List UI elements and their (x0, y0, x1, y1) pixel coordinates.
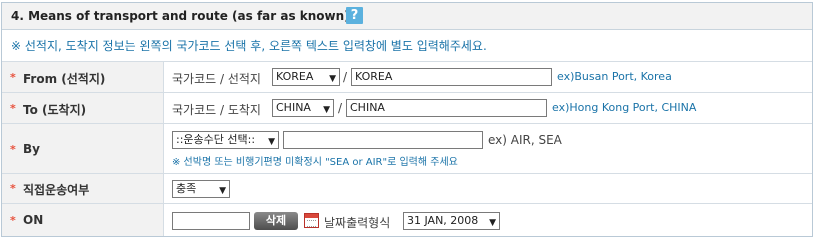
input-notice: ※ 선적지, 도착지 정보는 왼쪽의 국가코드 선택 후, 오른쪽 텍스트 입력… (11, 39, 487, 53)
required-mark: * (10, 214, 16, 227)
on-label-cell: * ON (2, 204, 164, 236)
direct-transport-row: * 직접운송여부 충족 ▼ (2, 173, 812, 203)
date-format-value: 31 JAN, 2008 (407, 214, 479, 227)
transport-input[interactable] (283, 131, 483, 149)
from-code-label: 국가코드 / 선적지 (172, 72, 261, 86)
calendar-icon[interactable] (304, 213, 319, 228)
to-label: To (도착지) (23, 103, 87, 117)
chevron-down-icon: ▼ (268, 137, 275, 147)
chevron-down-icon: ▼ (323, 105, 330, 115)
on-label: ON (23, 213, 44, 227)
required-mark: * (10, 102, 16, 115)
to-place-input[interactable]: CHINA (346, 99, 547, 117)
section-title: 4. Means of transport and route (as far … (11, 9, 350, 23)
section-header: 4. Means of transport and route (as far … (2, 3, 812, 30)
to-example: ex)Hong Kong Port, CHINA (552, 101, 697, 114)
to-country-select[interactable]: CHINA ▼ (272, 99, 334, 117)
from-slash: / (343, 70, 348, 84)
chevron-down-icon: ▼ (219, 186, 226, 196)
required-mark: * (10, 182, 16, 195)
direct-transport-select[interactable]: 충족 ▼ (172, 180, 230, 198)
direct-transport-value: 충족 (176, 182, 197, 195)
to-slash: / (338, 101, 343, 115)
chevron-down-icon: ▼ (489, 218, 496, 228)
to-row: * To (도착지) 국가코드 / 도착지 CHINA ▼ / CHINA ex… (2, 92, 812, 123)
from-country-value: KOREA (276, 70, 314, 83)
transport-select[interactable]: ::운송수단 선택:: ▼ (172, 131, 279, 149)
by-label-cell: * By (2, 124, 164, 173)
from-label: From (선적지) (23, 72, 106, 86)
on-row: * ON 삭제 날짜출력형식 31 JAN, 2008 ▼ (2, 203, 812, 236)
by-note: ※ 선박명 또는 비행기편명 미확정시 "SEA or AIR"로 입력해 주세… (172, 157, 458, 168)
date-format-select[interactable]: 31 JAN, 2008 ▼ (403, 212, 500, 230)
from-label-cell: * From (선적지) (2, 62, 164, 92)
required-mark: * (10, 143, 16, 156)
help-icon[interactable]: ? (346, 7, 363, 24)
by-label: By (23, 142, 40, 156)
chevron-down-icon: ▼ (329, 74, 336, 84)
direct-label: 직접운송여부 (23, 183, 90, 197)
to-country-value: CHINA (276, 101, 311, 114)
date-format-label: 날짜출력형식 (324, 216, 391, 230)
from-place-input[interactable]: KOREA (351, 68, 552, 86)
to-code-label: 국가코드 / 도착지 (172, 103, 261, 117)
from-country-select[interactable]: KOREA ▼ (272, 68, 340, 86)
transport-route-section: 4. Means of transport and route (as far … (1, 2, 813, 237)
direct-label-cell: * 직접운송여부 (2, 174, 164, 203)
date-input[interactable] (172, 212, 250, 230)
by-example: ex) AIR, SEA (488, 133, 562, 147)
required-mark: * (10, 71, 16, 84)
transport-select-value: ::운송수단 선택:: (176, 133, 256, 146)
delete-button[interactable]: 삭제 (254, 212, 298, 230)
from-row: * From (선적지) 국가코드 / 선적지 KOREA ▼ / KOREA … (2, 61, 812, 92)
to-label-cell: * To (도착지) (2, 93, 164, 123)
by-row: * By ::운송수단 선택:: ▼ ex) AIR, SEA ※ 선박명 또는… (2, 123, 812, 173)
from-example: ex)Busan Port, Korea (557, 70, 672, 83)
